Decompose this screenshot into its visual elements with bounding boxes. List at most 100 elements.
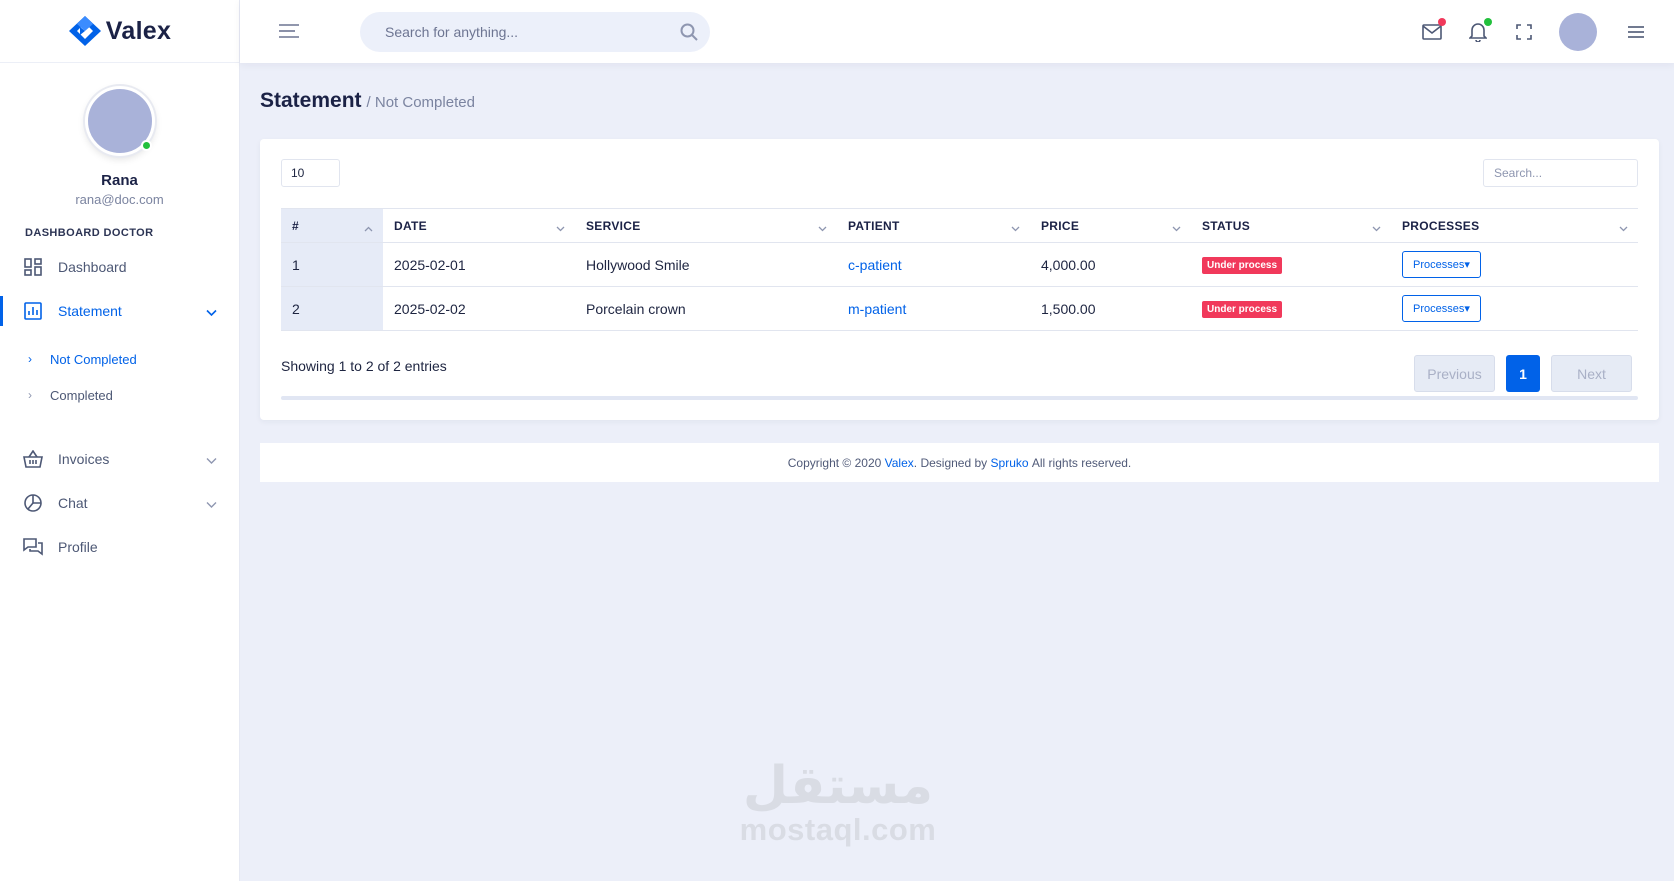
- sidebar-item-statement[interactable]: Statement: [0, 289, 239, 333]
- dashboard-icon: [23, 257, 43, 277]
- cell-date: 2025-02-01: [383, 242, 575, 287]
- page-1-button[interactable]: 1: [1506, 355, 1540, 392]
- footer-brand-link[interactable]: Valex: [885, 456, 914, 470]
- cell-processes: Processes▾: [1391, 242, 1638, 287]
- avatar[interactable]: [84, 86, 155, 156]
- footer-designer-link[interactable]: Spruko: [991, 456, 1029, 470]
- previous-page-button[interactable]: Previous: [1414, 355, 1495, 392]
- statement-card: 10 # DATE SERVICE PAT: [260, 139, 1659, 420]
- menu-icon[interactable]: [1625, 21, 1647, 43]
- footer-designed-by: . Designed by: [913, 455, 988, 470]
- sidebar: Valex Rana rana@doc.com DASHBOARD DOCTOR…: [0, 0, 240, 881]
- table-row: 2 2025-02-02 Porcelain crown m-patient 1…: [281, 286, 1638, 331]
- sidebar-toggle-icon[interactable]: [278, 22, 300, 45]
- patient-link[interactable]: m-patient: [848, 301, 906, 317]
- sidebar-item-profile[interactable]: Profile: [0, 525, 239, 569]
- cell-date: 2025-02-02: [383, 286, 575, 331]
- statement-submenu: › Not Completed › Completed: [0, 333, 239, 421]
- search-icon[interactable]: [680, 23, 698, 46]
- sidebar-item-label: Dashboard: [58, 259, 127, 275]
- chevron-down-icon: [206, 496, 217, 512]
- header-search: [360, 12, 710, 52]
- chevron-right-icon: ›: [28, 352, 32, 366]
- page-title: Statement: [260, 89, 362, 112]
- status-badge: Under process: [1202, 301, 1283, 318]
- sidebar-item-chat[interactable]: Chat: [0, 481, 239, 525]
- sidebar-item-label: Chat: [58, 495, 88, 511]
- column-header-service[interactable]: SERVICE: [575, 208, 837, 243]
- patient-link[interactable]: c-patient: [848, 257, 902, 273]
- table-search-input[interactable]: [1483, 159, 1638, 187]
- statement-table: # DATE SERVICE PATIENT PRICE STATUS PROC…: [281, 208, 1638, 331]
- sort-asc-icon: [364, 221, 373, 235]
- next-page-button[interactable]: Next: [1551, 355, 1632, 392]
- column-header-status[interactable]: STATUS: [1191, 208, 1391, 243]
- column-label: STATUS: [1202, 218, 1251, 233]
- submenu-item-label: Not Completed: [50, 351, 137, 367]
- page-footer: Copyright © 2020 Valex. Designed by Spru…: [260, 443, 1659, 482]
- pagination: Previous 1 Next: [1414, 355, 1632, 392]
- watermark-domain: mostaql.com: [739, 812, 937, 847]
- sidebar-item-label: Statement: [58, 303, 122, 319]
- logo-icon: [68, 16, 101, 46]
- column-label: PATIENT: [848, 218, 900, 233]
- header-avatar[interactable]: [1559, 12, 1597, 51]
- page-length-select[interactable]: 10: [281, 159, 340, 187]
- column-header-date[interactable]: DATE: [383, 208, 575, 243]
- pie-icon: [23, 493, 43, 513]
- watermark: مستقل mostaql.com: [735, 760, 941, 848]
- chevron-down-icon: [206, 452, 217, 468]
- column-header-price[interactable]: PRICE: [1030, 208, 1191, 243]
- user-profile: Rana rana@doc.com: [0, 63, 239, 207]
- online-status-dot: [140, 140, 152, 151]
- page-header: Statement / Not Completed: [260, 89, 475, 113]
- fullscreen-icon[interactable]: [1513, 21, 1535, 43]
- cell-processes: Processes▾: [1391, 286, 1638, 331]
- mail-badge: [1438, 17, 1446, 26]
- search-input[interactable]: [385, 24, 675, 40]
- sidebar-nav: Dashboard Statement: [0, 245, 239, 333]
- basket-icon: [23, 449, 43, 469]
- table-info: Showing 1 to 2 of 2 entries: [281, 358, 447, 374]
- cell-patient: m-patient: [837, 286, 1030, 331]
- column-header-patient[interactable]: PATIENT: [837, 208, 1030, 243]
- chevron-right-icon: ›: [28, 388, 32, 402]
- sidebar-nav-secondary: Invoices Chat Profile: [0, 437, 239, 569]
- sort-icon: [1619, 221, 1628, 235]
- horizontal-scrollbar[interactable]: [281, 396, 1638, 400]
- submenu-item-not-completed[interactable]: › Not Completed: [0, 341, 239, 377]
- chat-bubbles-icon: [23, 537, 43, 557]
- brand-logo[interactable]: Valex: [68, 15, 171, 47]
- logo-area: Valex: [0, 0, 239, 63]
- column-header-number[interactable]: #: [281, 208, 383, 243]
- cell-service: Hollywood Smile: [575, 242, 837, 287]
- column-header-processes[interactable]: PROCESSES: [1391, 208, 1638, 243]
- column-label: SERVICE: [586, 218, 641, 233]
- cell-patient: c-patient: [837, 242, 1030, 287]
- sidebar-item-invoices[interactable]: Invoices: [0, 437, 239, 481]
- cell-number: 2: [281, 286, 383, 331]
- sort-icon: [1011, 221, 1020, 235]
- footer-rights: All rights reserved.: [1031, 455, 1132, 470]
- bell-icon[interactable]: [1467, 17, 1492, 43]
- processes-dropdown-button[interactable]: Processes▾: [1402, 251, 1481, 278]
- cell-status: Under process: [1191, 286, 1391, 331]
- submenu-item-completed[interactable]: › Completed: [0, 377, 239, 413]
- header-actions: [1421, 0, 1674, 63]
- mail-icon[interactable]: [1421, 17, 1446, 43]
- table-row: 1 2025-02-01 Hollywood Smile c-patient 4…: [281, 242, 1638, 287]
- submenu-item-label: Completed: [50, 387, 113, 403]
- processes-dropdown-button[interactable]: Processes▾: [1402, 295, 1481, 322]
- cell-price: 4,000.00: [1030, 242, 1191, 287]
- watermark-arabic: مستقل: [742, 757, 935, 815]
- top-header: [240, 0, 1674, 63]
- cell-status: Under process: [1191, 242, 1391, 287]
- sort-icon: [1372, 221, 1381, 235]
- footer-copyright: Copyright © 2020: [787, 455, 882, 470]
- cell-service: Porcelain crown: [575, 286, 837, 331]
- sidebar-item-label: Profile: [58, 539, 98, 555]
- notification-badge: [1484, 17, 1492, 26]
- sort-icon: [556, 221, 565, 235]
- column-label: PRICE: [1041, 218, 1080, 233]
- sidebar-item-dashboard[interactable]: Dashboard: [0, 245, 239, 289]
